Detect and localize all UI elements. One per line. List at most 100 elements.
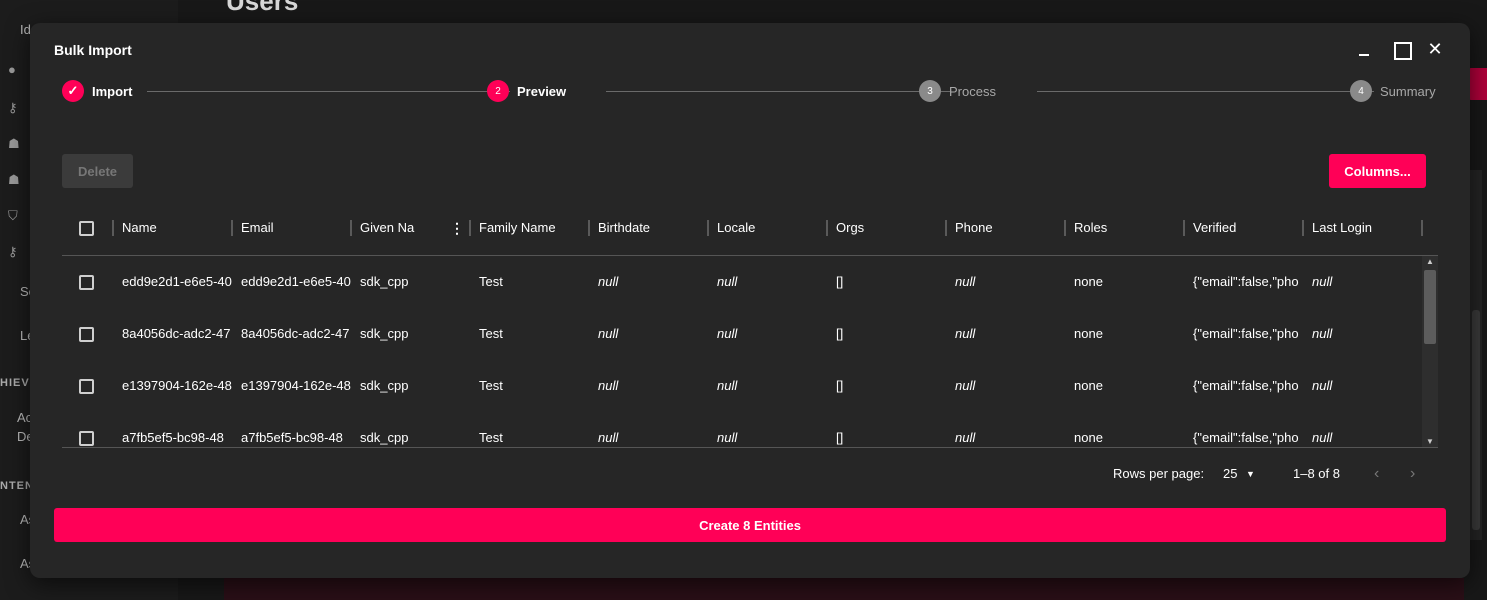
user-icon: ● [8, 62, 16, 77]
column-header-phone[interactable]: Phone [955, 220, 1060, 236]
scroll-up-icon[interactable]: ▲ [1422, 256, 1438, 268]
cell-roles: none [1074, 274, 1103, 289]
cell-name: a7fb5ef5-bc98-48 [122, 430, 224, 445]
background-action-button[interactable] [1468, 68, 1487, 100]
column-header-name[interactable]: Name [122, 220, 227, 236]
column-header-birthdate[interactable]: Birthdate [598, 220, 703, 236]
step-number: 3 [919, 80, 941, 102]
table-scrollbar[interactable]: ▲ ▼ [1422, 256, 1438, 447]
cell-orgs: [] [836, 378, 844, 393]
column-header-roles[interactable]: Roles [1074, 220, 1179, 236]
minimize-icon[interactable] [1354, 39, 1374, 59]
table-body: edd9e2d1-e6e5-40 edd9e2d1-e6e5-40 sdk_cp… [62, 256, 1438, 448]
column-header-verified[interactable]: Verified [1193, 220, 1298, 236]
cell-roles: none [1074, 430, 1103, 445]
row-checkbox[interactable] [79, 379, 94, 394]
columns-button[interactable]: Columns... [1329, 154, 1426, 188]
previous-page-icon[interactable]: ‹ [1374, 466, 1379, 482]
column-header-last-login[interactable]: Last Login [1312, 220, 1417, 236]
column-separator[interactable] [945, 220, 947, 236]
delete-button[interactable]: Delete [62, 154, 133, 188]
table-row[interactable]: edd9e2d1-e6e5-40 edd9e2d1-e6e5-40 sdk_cp… [62, 256, 1422, 308]
cell-orgs: [] [836, 326, 844, 341]
create-entities-button[interactable]: Create 8 Entities [54, 508, 1446, 542]
column-separator[interactable] [707, 220, 709, 236]
sidebar-section-heading: HIEVI [0, 377, 34, 389]
cell-last-login: null [1312, 274, 1333, 289]
cell-family-name: Test [479, 378, 503, 393]
cell-email: edd9e2d1-e6e5-40 [241, 274, 351, 289]
cell-orgs: [] [836, 274, 844, 289]
step-label: Summary [1380, 83, 1436, 99]
cell-birthdate: null [598, 430, 619, 445]
step-label: Preview [517, 83, 567, 99]
column-header-family-name[interactable]: Family Name [479, 220, 584, 236]
cell-locale: null [717, 326, 738, 341]
column-separator[interactable] [1064, 220, 1066, 236]
column-separator[interactable] [350, 220, 352, 236]
cell-verified: {"email":false,"pho [1193, 378, 1299, 393]
row-checkbox[interactable] [79, 431, 94, 446]
cell-verified: {"email":false,"pho [1193, 274, 1299, 289]
cell-family-name: Test [479, 326, 503, 341]
table-row[interactable]: a7fb5ef5-bc98-48 a7fb5ef5-bc98-48 sdk_cp… [62, 412, 1422, 447]
step-connector [147, 91, 510, 92]
page-title: Users [226, 0, 299, 16]
cell-locale: null [717, 378, 738, 393]
cell-birthdate: null [598, 378, 619, 393]
cell-email: e1397904-162e-48 [241, 378, 351, 393]
cell-birthdate: null [598, 326, 619, 341]
cell-roles: none [1074, 326, 1103, 341]
cell-birthdate: null [598, 274, 619, 289]
cell-family-name: Test [479, 274, 503, 289]
maximize-icon[interactable] [1391, 39, 1412, 60]
row-checkbox[interactable] [79, 275, 94, 290]
column-separator[interactable] [469, 220, 471, 236]
column-header-locale[interactable]: Locale [717, 220, 822, 236]
scrollbar-thumb[interactable] [1424, 270, 1436, 344]
step-number: 2 [487, 80, 509, 102]
step-connector [606, 91, 950, 92]
column-menu-icon[interactable]: ⋮ [450, 220, 464, 236]
check-icon: ✓ [62, 80, 84, 102]
column-separator[interactable] [588, 220, 590, 236]
table-header: Name Email Given Na ⋮ Family Name Birthd… [62, 208, 1438, 256]
column-separator[interactable] [826, 220, 828, 236]
column-separator[interactable] [1183, 220, 1185, 236]
dialog-title: Bulk Import [54, 42, 132, 58]
next-page-icon[interactable]: › [1410, 466, 1415, 482]
cell-given-name: sdk_cpp [360, 378, 409, 393]
close-icon[interactable]: ✕ [1425, 39, 1445, 59]
scrollbar-thumb[interactable] [1472, 310, 1480, 530]
column-header-orgs[interactable]: Orgs [836, 220, 941, 236]
column-separator[interactable] [231, 220, 233, 236]
table-row[interactable]: e1397904-162e-48 e1397904-162e-48 sdk_cp… [62, 360, 1422, 412]
row-checkbox[interactable] [79, 327, 94, 342]
page-scrollbar[interactable] [1470, 170, 1482, 540]
step-import[interactable]: ✓ Import [62, 80, 132, 102]
cell-phone: null [955, 430, 976, 445]
column-header-given-name[interactable]: Given Na [360, 220, 420, 236]
caret-down-icon[interactable]: ▼ [1246, 466, 1255, 482]
scroll-down-icon[interactable]: ▼ [1422, 436, 1438, 447]
cell-roles: none [1074, 378, 1103, 393]
background-banner [224, 578, 1464, 600]
cell-given-name: sdk_cpp [360, 274, 409, 289]
select-all-checkbox[interactable] [79, 221, 94, 236]
table-row[interactable]: 8a4056dc-adc2-47 8a4056dc-adc2-47 sdk_cp… [62, 308, 1422, 360]
column-separator[interactable] [1302, 220, 1304, 236]
column-header-email[interactable]: Email [241, 220, 346, 236]
cell-name: e1397904-162e-48 [122, 378, 232, 393]
rows-per-page-select[interactable]: 25 [1223, 466, 1237, 482]
cell-name: edd9e2d1-e6e5-40 [122, 274, 232, 289]
column-separator[interactable] [112, 220, 114, 236]
step-preview[interactable]: 2 Preview [487, 80, 566, 102]
pagination-range: 1–8 of 8 [1293, 466, 1340, 481]
shield-icon: ⛉ [8, 208, 18, 223]
column-separator[interactable] [1421, 220, 1423, 236]
cell-locale: null [717, 274, 738, 289]
cell-last-login: null [1312, 326, 1333, 341]
step-summary[interactable]: 4 Summary [1350, 80, 1436, 102]
step-process[interactable]: 3 Process [919, 80, 996, 102]
cell-name: 8a4056dc-adc2-47 [122, 326, 231, 341]
